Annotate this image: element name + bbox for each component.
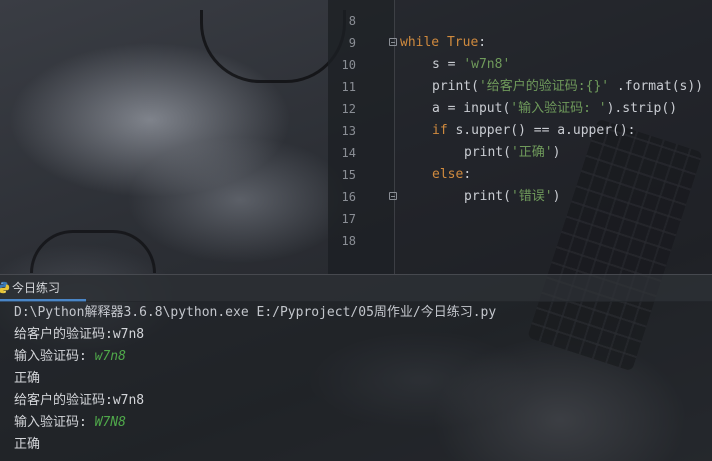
code-text: s = 'w7n8' [432, 54, 510, 76]
line-number: 16 [341, 190, 356, 204]
code-line[interactable]: 12 a = input('输入验证码: ').strip() [328, 98, 712, 120]
code-token: : [478, 35, 487, 50]
console-output-text: 给客户的验证码:w7n8 [14, 393, 145, 408]
line-number: 14 [341, 146, 356, 160]
line-number: 9 [348, 36, 356, 50]
console-output-text: 给客户的验证码:w7n8 [14, 327, 145, 342]
line-number: 18 [341, 234, 356, 248]
code-keyword: True [446, 35, 479, 50]
line-number: 10 [341, 58, 356, 72]
code-string: '给客户的验证码:{}' [478, 79, 610, 94]
code-text: while True: [400, 32, 486, 54]
line-number: 17 [341, 212, 356, 226]
code-token: ) [552, 189, 561, 204]
code-string: '正确' [510, 145, 553, 160]
console-output-line: 输入验证码: w7n8 [14, 346, 126, 368]
console-output-text: 输入验证码: [14, 349, 95, 364]
fold-toggle-icon[interactable] [389, 38, 397, 46]
console-output-line: 输入验证码: W7N8 [14, 412, 126, 434]
code-line[interactable]: 17 [328, 208, 712, 230]
code-text: if s.upper() == a.upper(): [432, 120, 636, 142]
run-console[interactable]: D:\Python解释器3.6.8\python.exe E:/Pyprojec… [0, 301, 712, 461]
console-user-input: w7n8 [94, 349, 126, 364]
line-number: 12 [341, 102, 356, 116]
code-token: print( [464, 145, 511, 160]
code-string: '错误' [510, 189, 553, 204]
console-output-text: 正确 [14, 371, 41, 386]
code-line[interactable]: 13 if s.upper() == a.upper(): [328, 120, 712, 142]
code-line[interactable]: 8 [328, 10, 712, 32]
code-token: a = input( [432, 101, 511, 116]
run-tool-window-bar: 今日练习 [0, 274, 712, 302]
code-editor[interactable]: 8 9 while True: 10 s = 'w7n8' 11 print('给客户的验证… [328, 0, 712, 274]
python-icon [0, 281, 10, 294]
line-number: 8 [348, 14, 356, 28]
line-number: 11 [341, 80, 356, 94]
code-token: .format(s)) [609, 79, 704, 94]
code-line[interactable]: 16 print('错误') [328, 186, 712, 208]
console-user-input: W7N8 [94, 415, 126, 430]
code-token: s.upper() == a.upper(): [455, 123, 636, 138]
code-token: ).strip() [606, 101, 678, 116]
console-output-text: 输入验证码: [14, 415, 95, 430]
code-line[interactable]: 18 [328, 230, 712, 252]
console-output-text: 正确 [14, 437, 41, 452]
code-token: ) [552, 145, 561, 160]
code-keyword: while [400, 35, 447, 50]
code-token: print( [464, 189, 511, 204]
run-tab[interactable]: 今日练习 [0, 275, 86, 302]
code-token: : [463, 167, 472, 182]
code-line[interactable]: 11 print('给客户的验证码:{}' .format(s)) [328, 76, 712, 98]
line-number: 15 [341, 168, 356, 182]
console-output-line: 正确 [14, 434, 40, 456]
code-line[interactable]: 15 else: [328, 164, 712, 186]
code-line[interactable]: 10 s = 'w7n8' [328, 54, 712, 76]
fold-toggle-icon[interactable] [389, 192, 397, 200]
code-string: '输入验证码: ' [510, 101, 607, 116]
code-token: s = [432, 57, 464, 72]
ide-window: 8 9 while True: 10 s = 'w7n8' 11 print('给客户的验证… [0, 0, 712, 461]
code-keyword: if [432, 123, 456, 138]
code-line[interactable]: 14 print('正确') [328, 142, 712, 164]
console-output-line: 正确 [14, 368, 40, 390]
code-text: a = input('输入验证码: ').strip() [432, 98, 677, 120]
code-text: print('给客户的验证码:{}' .format(s)) [432, 76, 703, 98]
console-output-line: 给客户的验证码:w7n8 [14, 390, 144, 412]
code-line[interactable]: 9 while True: [328, 32, 712, 54]
console-command-line: D:\Python解释器3.6.8\python.exe E:/Pyprojec… [14, 305, 497, 320]
code-token: print( [432, 79, 479, 94]
background-cable-2 [30, 230, 156, 273]
code-string: 'w7n8' [463, 57, 511, 72]
console-output-line: 给客户的验证码:w7n8 [14, 324, 144, 346]
code-text: print('错误') [464, 186, 560, 208]
run-tab-label: 今日练习 [12, 281, 61, 295]
code-text: else: [432, 164, 471, 186]
code-keyword: else [432, 167, 464, 182]
line-number: 13 [341, 124, 356, 138]
code-text: print('正确') [464, 142, 560, 164]
